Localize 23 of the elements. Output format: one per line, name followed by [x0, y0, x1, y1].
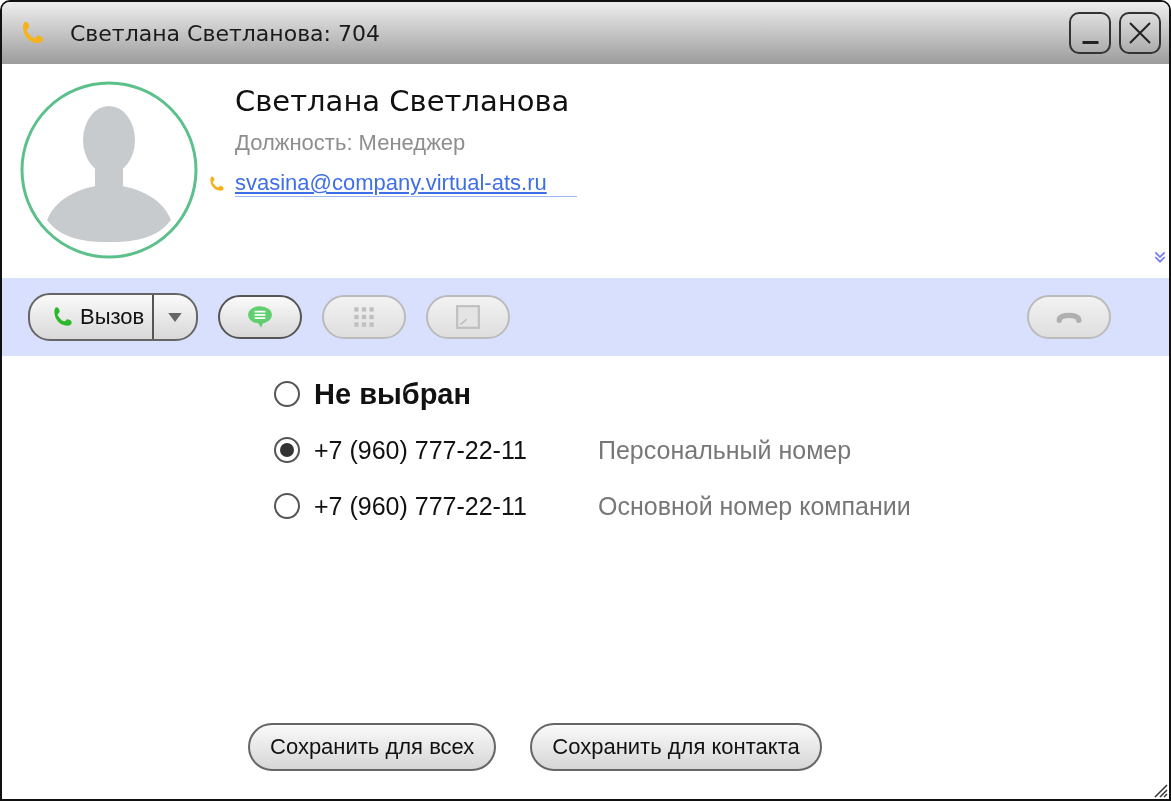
chat-icon: [247, 304, 274, 330]
radio-button[interactable]: [274, 381, 300, 407]
caret-icon: [168, 312, 183, 322]
minimize-button[interactable]: [1069, 12, 1111, 54]
phone-number: +7 (960) 777-22-11: [314, 435, 528, 465]
window-title: Светлана Светланова: 704: [70, 20, 381, 46]
chat-button[interactable]: [218, 295, 303, 339]
option-label: Не выбран: [314, 377, 472, 411]
expand-icon[interactable]: [1153, 250, 1167, 264]
radio-button[interactable]: [274, 493, 300, 519]
phone-number: +7 (960) 777-22-11: [314, 491, 528, 521]
frame-icon: [455, 304, 482, 330]
number-type-label: Персональный номер: [598, 435, 852, 465]
close-button[interactable]: [1119, 12, 1161, 54]
contact-name: Светлана Светланова: [235, 84, 571, 118]
call-button[interactable]: Вызов: [30, 295, 155, 339]
number-type-label: Основной номер компании: [598, 491, 911, 521]
contact-position: Должность: Менеджер: [235, 130, 467, 156]
email-link[interactable]: svasina@company.virtual-ats.ru: [235, 170, 577, 197]
minimize-icon: [1081, 41, 1099, 44]
save-button[interactable]: Сохранить для всех: [248, 723, 497, 771]
radio-button[interactable]: [274, 437, 300, 463]
save-button[interactable]: Сохранить для контакта: [530, 723, 822, 771]
